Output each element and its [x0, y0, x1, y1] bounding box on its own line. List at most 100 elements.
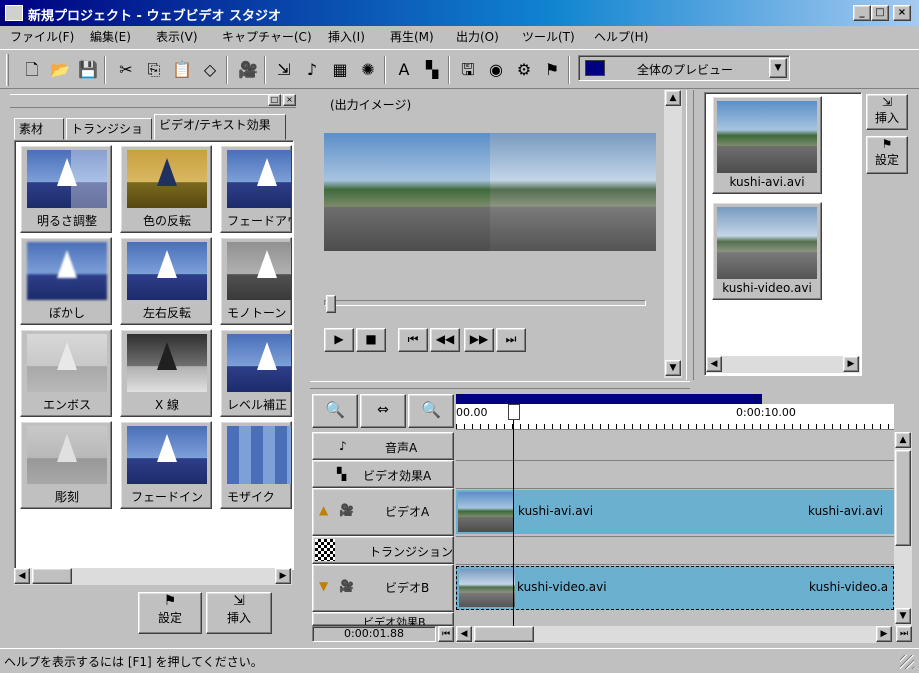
effects-icon[interactable]: ✺	[356, 58, 380, 82]
image-icon[interactable]: ▦	[328, 58, 352, 82]
effect-tile[interactable]: X 線	[120, 329, 212, 417]
scroll-down-icon[interactable]: ▼	[665, 360, 681, 376]
tab-video-text-effects[interactable]: ビデオ/テキスト効果	[154, 114, 286, 140]
track-header-video-effect-a[interactable]: ▚ ビデオ効果A	[312, 460, 454, 488]
menu-output[interactable]: 出力(O)	[456, 28, 499, 45]
timeline-range-bar[interactable]	[456, 394, 762, 404]
cut-icon[interactable]: ✂	[114, 58, 138, 82]
scroll-up-icon[interactable]: ▲	[665, 90, 681, 106]
skip-start-icon[interactable]: ⏮	[438, 626, 454, 642]
panel-splitter[interactable]	[686, 90, 694, 380]
settings-button[interactable]: ⚑ 設定	[138, 592, 202, 634]
playhead-handle[interactable]	[508, 404, 520, 420]
effect-tile[interactable]: レベル補正	[220, 329, 292, 417]
rewind-button[interactable]: ◀◀	[430, 328, 460, 352]
effects-scrollbar[interactable]: ◀ ▶	[14, 568, 292, 585]
settings-icon[interactable]: ⚑	[540, 58, 564, 82]
tab-transitions[interactable]: トランジション	[66, 118, 152, 156]
new-file-icon[interactable]: 🗋	[20, 58, 44, 82]
save-icon[interactable]: 💾	[76, 58, 100, 82]
panel-close-icon[interactable]: ×	[283, 94, 296, 106]
forward-button[interactable]: ▶▶	[464, 328, 494, 352]
effect-tile[interactable]: フェードアウ	[220, 145, 292, 233]
insert-button[interactable]: ⇲ 挿入	[206, 592, 272, 634]
menu-tools[interactable]: ツール(T)	[522, 28, 575, 45]
effect-tile[interactable]: 色の反転	[120, 145, 212, 233]
track-header-transition[interactable]: トランジション	[312, 536, 454, 564]
eraser-icon[interactable]: ◇	[198, 58, 222, 82]
effect-tile[interactable]: 左右反転	[120, 237, 212, 325]
track-header-audio-a[interactable]: ♪ 音声A	[312, 432, 454, 460]
scroll-right-icon[interactable]: ▶	[275, 568, 291, 584]
expand-icon[interactable]: ▲	[319, 503, 328, 517]
skip-end-icon[interactable]: ⏭	[896, 626, 912, 642]
track-header-video-b[interactable]: ▼ 🎥 ビデオB	[312, 564, 454, 612]
effect-tile[interactable]: モザイク	[220, 421, 292, 509]
zoom-in-button[interactable]: 🔍	[408, 394, 454, 428]
minimize-button[interactable]: _	[853, 5, 871, 21]
clip-insert-button[interactable]: ⇲ 挿入	[866, 94, 908, 130]
scroll-thumb[interactable]	[474, 626, 534, 642]
tools-icon[interactable]: ⚙	[512, 58, 536, 82]
copy-icon[interactable]: ⎘	[142, 58, 166, 82]
preview-seek-handle[interactable]	[326, 295, 336, 313]
collapse-icon[interactable]: ▼	[319, 579, 328, 593]
effect-tile[interactable]: 彫刻	[20, 421, 112, 509]
menu-view[interactable]: 表示(V)	[156, 28, 198, 45]
timeline-hscroll[interactable]: ◀ ▶	[456, 626, 892, 643]
play-button[interactable]: ▶	[324, 328, 354, 352]
effect-tile[interactable]: 明るさ調整	[20, 145, 112, 233]
track-header-video-effect-b[interactable]: ビデオ効果B	[312, 612, 454, 626]
chevron-down-icon[interactable]: ▼	[769, 58, 787, 78]
open-folder-icon[interactable]: 📂	[48, 58, 72, 82]
text-icon[interactable]: A	[392, 58, 416, 82]
scroll-left-icon[interactable]: ◀	[456, 626, 472, 642]
transition-icon[interactable]: ▚	[420, 58, 444, 82]
scroll-left-icon[interactable]: ◀	[706, 356, 722, 372]
menu-capture[interactable]: キャプチャー(C)	[222, 28, 312, 45]
video-a-clip[interactable]: kushi-avi.avi kushi-avi.avi	[456, 490, 894, 534]
tab-materials[interactable]: 素材	[14, 118, 64, 140]
output-icon[interactable]: 🖫	[456, 58, 480, 82]
menu-edit[interactable]: 編集(E)	[90, 28, 131, 45]
panel-grip[interactable]	[10, 94, 296, 108]
close-button[interactable]: ×	[893, 5, 911, 21]
menu-insert[interactable]: 挿入(I)	[328, 28, 365, 45]
preview-seek-track[interactable]	[324, 300, 646, 306]
video-b-clip[interactable]: kushi-video.avi kushi-video.a	[456, 566, 894, 610]
paste-icon[interactable]: 📋	[170, 58, 194, 82]
render-icon[interactable]: ◉	[484, 58, 508, 82]
scroll-right-icon[interactable]: ▶	[843, 356, 859, 372]
menu-help[interactable]: ヘルプ(H)	[594, 28, 648, 45]
scroll-down-icon[interactable]: ▼	[895, 608, 911, 624]
video-camera-icon[interactable]: 🎥	[236, 58, 260, 82]
effect-tile[interactable]: フェードイン	[120, 421, 212, 509]
clip-item[interactable]: kushi-video.avi	[712, 202, 822, 300]
fit-timeline-button[interactable]: ⇔	[360, 394, 406, 428]
scroll-up-icon[interactable]: ▲	[895, 432, 911, 448]
timeline-ruler[interactable]: 00.00 0:00:10.00	[456, 404, 894, 430]
scroll-thumb[interactable]	[32, 568, 72, 584]
scroll-right-icon[interactable]: ▶	[876, 626, 892, 642]
effect-tile[interactable]: モノトーン	[220, 237, 292, 325]
menu-file[interactable]: ファイル(F)	[10, 28, 74, 45]
clip-settings-button[interactable]: ⚑ 設定	[866, 136, 908, 174]
go-to-start-button[interactable]: ⏮	[398, 328, 428, 352]
resize-grip[interactable]	[900, 655, 914, 669]
timeline-vscroll[interactable]: ▲ ▼	[894, 432, 912, 626]
effect-tile[interactable]: ぼかし	[20, 237, 112, 325]
stop-button[interactable]: ■	[356, 328, 386, 352]
effect-tile[interactable]: エンボス	[20, 329, 112, 417]
scroll-thumb[interactable]	[895, 450, 911, 546]
scroll-left-icon[interactable]: ◀	[14, 568, 30, 584]
menu-play[interactable]: 再生(M)	[390, 28, 434, 45]
clip-bin-scrollbar[interactable]: ◀ ▶	[706, 356, 860, 373]
capture-icon[interactable]: ⇲	[272, 58, 296, 82]
track-header-video-a[interactable]: ▲ 🎥 ビデオA	[312, 488, 454, 536]
maximize-button[interactable]: □	[871, 5, 889, 21]
panel-restore-icon[interactable]: □	[268, 94, 281, 106]
preview-scrollbar[interactable]: ▲ ▼	[664, 90, 682, 378]
toolbar-grip[interactable]	[6, 54, 9, 86]
preview-mode-select[interactable]: 全体のプレビュー ▼	[578, 55, 790, 81]
horizontal-splitter[interactable]	[310, 381, 690, 389]
